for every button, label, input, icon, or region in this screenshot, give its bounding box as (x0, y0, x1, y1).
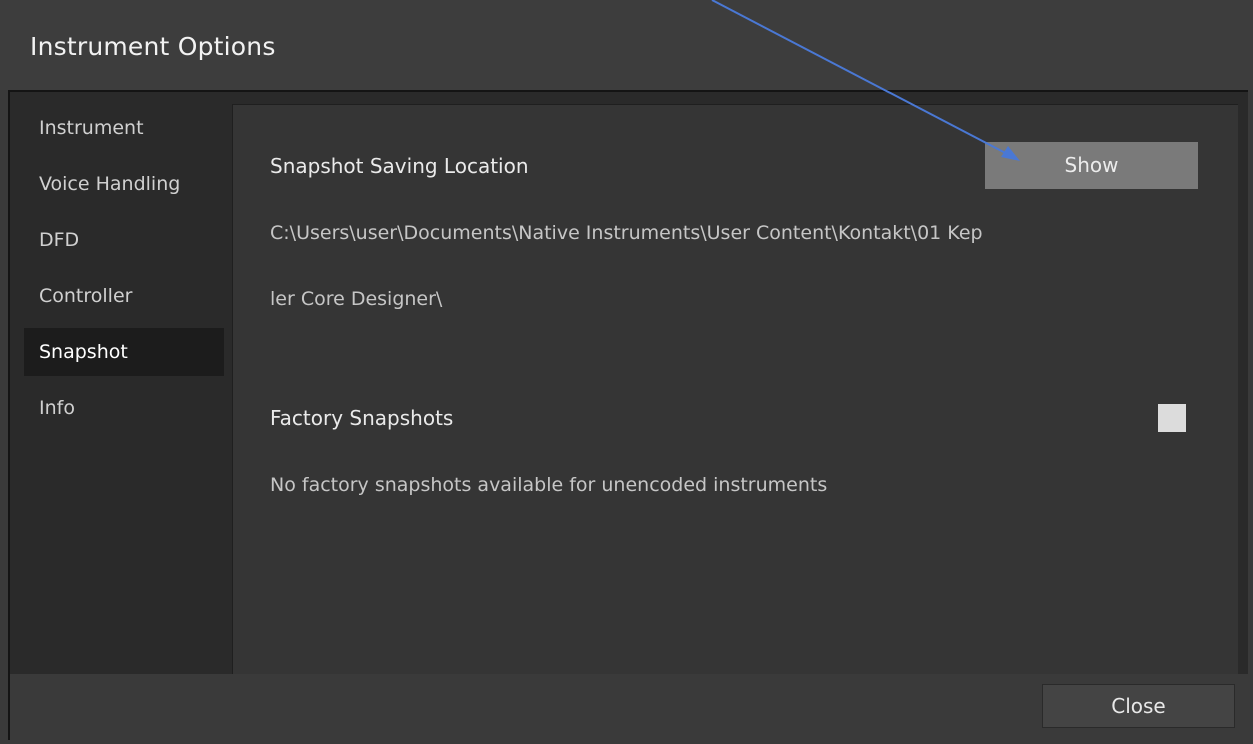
sidebar-item-voice-handling[interactable]: Voice Handling (24, 160, 224, 208)
factory-snapshots-message: No factory snapshots available for unenc… (270, 474, 828, 496)
dialog-title: Instrument Options (30, 32, 276, 61)
factory-snapshots-label: Factory Snapshots (270, 406, 454, 430)
close-button[interactable]: Close (1042, 684, 1235, 728)
sidebar-item-info[interactable]: Info (24, 384, 224, 432)
sidebar-item-controller[interactable]: Controller (24, 272, 224, 320)
instrument-options-dialog: Instrument Options Instrument Voice Hand… (0, 0, 1253, 744)
title-bar: Instrument Options (0, 0, 1253, 90)
factory-snapshots-checkbox[interactable] (1158, 404, 1186, 432)
snapshot-panel: Snapshot Saving Location Show C:\Users\u… (232, 104, 1238, 674)
show-button[interactable]: Show (985, 142, 1198, 189)
sidebar-item-dfd[interactable]: DFD (24, 216, 224, 264)
options-sidebar: Instrument Voice Handling DFD Controller… (16, 104, 224, 674)
sidebar-item-instrument[interactable]: Instrument (24, 104, 224, 152)
sidebar-item-snapshot[interactable]: Snapshot (24, 328, 224, 376)
saving-path-line-1: C:\Users\user\Documents\Native Instrumen… (270, 222, 983, 244)
snapshot-saving-location-label: Snapshot Saving Location (270, 154, 529, 178)
saving-path-line-2: ler Core Designer\ (270, 288, 443, 310)
